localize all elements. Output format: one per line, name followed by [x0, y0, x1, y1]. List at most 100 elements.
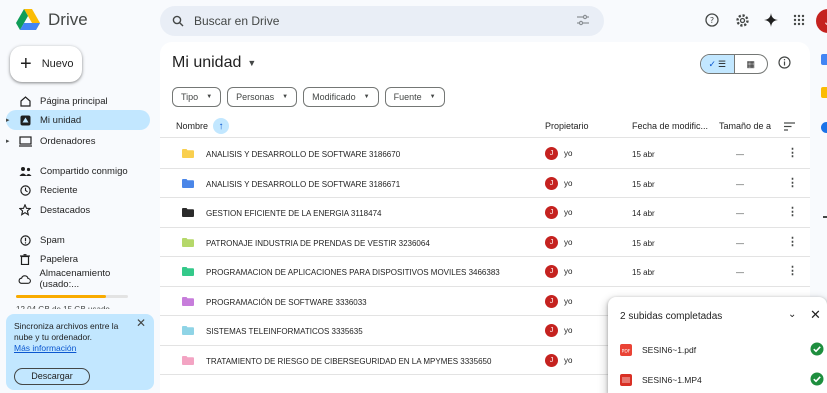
uploads-panel: 2 subidas completadas ⌄ ✕ PDF SESIN6~1.p… [608, 297, 827, 393]
file-name[interactable]: GESTION EFICIENTE DE LA ENERGIA 3118474 [206, 209, 381, 218]
chevron-down-icon[interactable]: ⌄ [788, 309, 796, 320]
table-row[interactable]: ANALISIS Y DESARROLLO DE SOFTWARE 318667… [160, 139, 810, 169]
column-size[interactable]: Tamaño de a [719, 121, 771, 131]
column-name[interactable]: Nombre [176, 121, 208, 131]
sidebar-item-recent[interactable]: Reciente [6, 180, 150, 200]
owner-name: yo [564, 326, 573, 335]
owner-avatar: J [545, 353, 558, 367]
owner-cell: Jyo [545, 147, 572, 160]
file-size: — [736, 238, 744, 248]
file-name[interactable]: PROGRAMACIÓN DE SOFTWARE 3336033 [206, 298, 367, 307]
keep-icon[interactable] [821, 87, 827, 98]
sidebar-item-spam[interactable]: Spam [6, 230, 150, 250]
column-owner[interactable]: Propietario [545, 121, 589, 131]
folder-icon [182, 237, 194, 247]
owner-name: yo [564, 208, 573, 217]
search-placeholder[interactable]: Buscar en Drive [194, 14, 279, 28]
sort-arrow-icon[interactable]: ↑ [213, 118, 229, 134]
drive-logo[interactable]: Drive [16, 9, 88, 30]
tasks-icon[interactable] [821, 122, 827, 133]
trash-icon [18, 252, 32, 266]
sidebar-item-label: Página principal [40, 95, 108, 107]
account-avatar[interactable]: J [816, 9, 827, 33]
expand-arrow-icon[interactable]: ▸ [6, 137, 14, 145]
modified-date: 15 abr [632, 179, 655, 189]
filter-source[interactable]: Fuente ▼ [384, 87, 445, 107]
sidebar-item-computers[interactable]: ▸ Ordenadores [6, 131, 150, 151]
folder-icon [182, 208, 194, 217]
sidebar-item-my-drive[interactable]: ▸ Mi unidad [6, 110, 150, 130]
expand-arrow-icon[interactable]: ▸ [6, 116, 14, 124]
settings-icon[interactable] [731, 9, 753, 31]
search-icon[interactable] [172, 15, 184, 27]
grid-icon: ▦ [746, 58, 755, 69]
upload-file-name: SESIN6~1.MP4 [642, 375, 702, 385]
sidebar-item-label: Spam [40, 234, 65, 246]
table-row[interactable]: ANALISIS Y DESARROLLO DE SOFTWARE 318667… [160, 169, 810, 198]
close-icon[interactable]: ✕ [810, 307, 821, 323]
more-options-icon[interactable]: ⋮ [787, 236, 798, 247]
check-circle-icon [810, 342, 824, 356]
table-row[interactable]: PATRONAJE INDUSTRIA DE PRENDAS DE VESTIR… [160, 228, 810, 257]
filter-type[interactable]: Tipo ▼ [172, 87, 222, 107]
modified-date: 15 abr [632, 238, 655, 248]
more-options-icon[interactable]: ⋮ [787, 266, 798, 277]
help-icon[interactable]: ? [701, 9, 723, 31]
owner-name: yo [564, 267, 573, 276]
list-view-button[interactable]: ✓ ☰ [701, 55, 735, 73]
calendar-icon[interactable] [821, 54, 827, 65]
learn-more-link[interactable]: Más información [14, 343, 146, 354]
file-name[interactable]: SISTEMAS TELEINFORMATICOS 3335635 [206, 327, 363, 336]
filter-people[interactable]: Personas ▼ [227, 87, 298, 107]
more-options-icon[interactable]: ⋮ [787, 148, 798, 159]
search-options-icon[interactable] [576, 14, 590, 26]
owner-cell: Jyo [545, 265, 572, 278]
column-modified[interactable]: Fecha de modific... [632, 121, 708, 131]
sidebar-item-shared[interactable]: Compartido conmigo [6, 161, 150, 181]
apps-grid-icon[interactable] [788, 9, 810, 31]
modified-date: 15 abr [632, 150, 655, 159]
filter-label: Fuente [393, 92, 422, 102]
more-options-icon[interactable]: ⋮ [787, 207, 798, 218]
info-icon[interactable] [778, 56, 791, 69]
file-name[interactable]: PATRONAJE INDUSTRIA DE PRENDAS DE VESTIR… [206, 239, 430, 248]
sidebar-item-trash[interactable]: Papelera [6, 249, 150, 269]
file-name[interactable]: PROGRAMACION DE APLICACIONES PARA DISPOS… [206, 268, 500, 277]
owner-cell: Jyo [545, 206, 572, 219]
svg-text:PDF: PDF [622, 349, 631, 355]
file-name[interactable]: TRATAMIENTO DE RIESGO DE CIBERSEGURIDAD … [206, 357, 491, 366]
page-title[interactable]: Mi unidad ▼ [172, 54, 256, 72]
gemini-icon[interactable] [760, 9, 782, 31]
search-bar[interactable]: Buscar en Drive [160, 6, 604, 36]
owner-avatar: J [545, 265, 558, 278]
new-button[interactable]: + Nuevo [10, 46, 82, 82]
owner-avatar: J [545, 294, 558, 308]
pdf-icon: PDF [620, 344, 632, 356]
more-options-icon[interactable]: ⋮ [787, 177, 798, 188]
table-row[interactable]: GESTION EFICIENTE DE LA ENERGIA 3118474 J… [160, 198, 810, 228]
upload-item[interactable]: PDF SESIN6~1.pdf [620, 341, 827, 361]
home-icon [18, 94, 32, 108]
close-icon[interactable]: ✕ [136, 317, 146, 329]
star-icon [18, 203, 32, 217]
download-button[interactable]: Descargar [14, 368, 90, 385]
filter-label: Tipo [181, 92, 199, 102]
sort-options-icon[interactable] [784, 122, 795, 131]
owner-avatar: J [545, 147, 558, 160]
sidebar-item-label: Reciente [40, 184, 78, 196]
upload-item[interactable]: SESIN6~1.MP4 [620, 371, 827, 391]
filter-modified[interactable]: Modificado ▼ [303, 87, 379, 107]
sidebar-item-home[interactable]: Página principal [6, 91, 150, 111]
owner-avatar: J [545, 176, 558, 190]
folder-icon [182, 149, 194, 158]
sidebar-item-storage[interactable]: Almacenamiento (usado:... [6, 268, 150, 290]
grid-view-button[interactable]: ▦ [735, 55, 768, 73]
table-row[interactable]: PROGRAMACION DE APLICACIONES PARA DISPOS… [160, 257, 810, 287]
file-name[interactable]: ANALISIS Y DESARROLLO DE SOFTWARE 318667… [206, 150, 400, 159]
file-name[interactable]: ANALISIS Y DESARROLLO DE SOFTWARE 318667… [206, 180, 400, 189]
sidebar-item-starred[interactable]: Destacados [6, 200, 150, 220]
sync-promo: ✕ Sincroniza archivos entre la nube y tu… [6, 314, 154, 390]
folder-icon [182, 296, 194, 306]
add-icon[interactable] [823, 216, 827, 218]
shared-icon [18, 164, 32, 178]
